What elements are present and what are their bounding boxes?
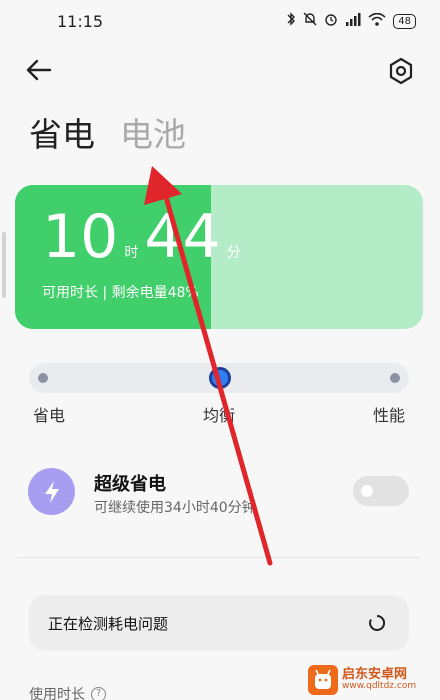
remaining-time: 10 时 44 分 xyxy=(42,207,247,267)
watermark-logo-icon xyxy=(308,665,338,695)
divider xyxy=(18,557,420,558)
lightning-icon xyxy=(44,480,59,503)
minutes-unit: 分 xyxy=(226,245,241,261)
mode-slider-knob[interactable] xyxy=(209,367,231,389)
settings-button[interactable] xyxy=(386,56,416,86)
watermark-url: www.qdltdz.com xyxy=(342,681,417,692)
mode-label-performance[interactable]: 性能 xyxy=(373,402,405,426)
signal-icon xyxy=(345,12,361,30)
hours-unit: 时 xyxy=(124,245,139,261)
tab-power-saving[interactable]: 省电 xyxy=(29,108,95,156)
scroll-indicator xyxy=(2,232,6,298)
wifi-icon xyxy=(368,12,386,30)
mode-dot-performance[interactable] xyxy=(390,373,400,383)
back-button[interactable] xyxy=(24,56,56,84)
back-arrow-icon xyxy=(26,59,52,81)
tab-battery[interactable]: 电池 xyxy=(120,108,186,156)
battery-icon: 48 xyxy=(393,13,416,29)
super-saver-toggle[interactable] xyxy=(353,476,409,506)
help-icon[interactable]: ? xyxy=(91,686,106,700)
status-time: 11:15 xyxy=(57,12,104,31)
status-icons: 48 xyxy=(286,12,416,30)
remaining-minutes: 44 xyxy=(144,202,221,272)
super-saver-icon xyxy=(28,468,75,515)
loading-spinner-icon xyxy=(369,614,386,631)
battery-card: 10 时 44 分 可用时长 | 剩余电量48% xyxy=(15,185,423,329)
mode-label-balanced[interactable]: 均衡 xyxy=(203,402,235,426)
usage-section: 使用时长 ? xyxy=(29,684,106,700)
alarm-icon xyxy=(324,12,338,30)
usage-label: 使用时长 xyxy=(29,687,85,700)
mode-label-saving[interactable]: 省电 xyxy=(33,402,65,426)
settings-icon xyxy=(389,57,413,85)
bell-muted-icon xyxy=(303,12,317,30)
mode-dot-saving[interactable] xyxy=(38,373,48,383)
bluetooth-icon xyxy=(286,12,296,30)
mode-slider[interactable] xyxy=(29,363,409,393)
watermark-name: 启东安卓网 xyxy=(342,666,408,682)
detect-card[interactable]: 正在检测耗电问题 xyxy=(29,595,409,651)
status-bar: 11:15 48 xyxy=(0,0,440,44)
detect-text: 正在检测耗电问题 xyxy=(48,615,169,633)
super-saver-subtitle: 可继续使用34小时40分钟 xyxy=(94,500,256,516)
toggle-knob xyxy=(361,485,373,497)
super-saver-title: 超级省电 xyxy=(94,474,166,495)
watermark: 启东安卓网 www.qdltdz.com xyxy=(308,660,440,700)
battery-subtitle: 可用时长 | 剩余电量48% xyxy=(42,285,199,301)
remaining-hours: 10 xyxy=(42,202,119,272)
